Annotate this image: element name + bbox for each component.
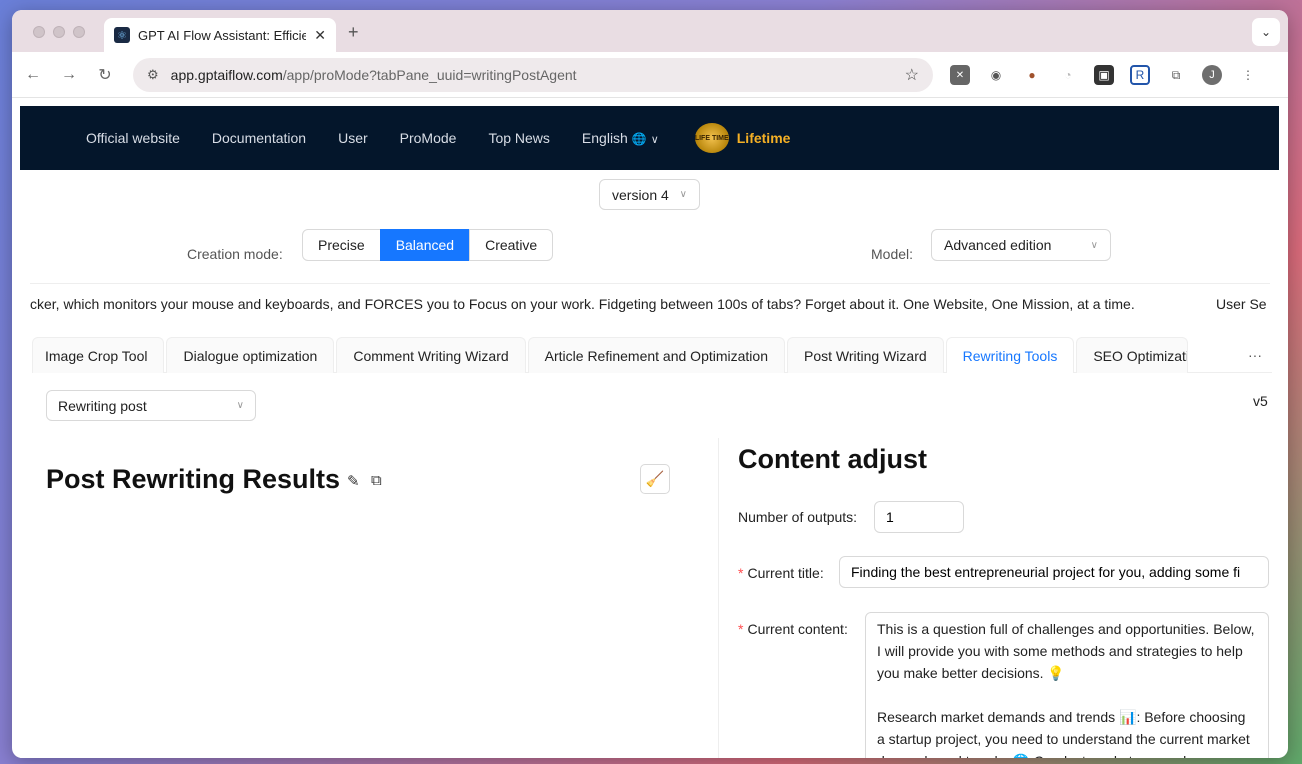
version-select[interactable]: version 4 ∨ bbox=[599, 179, 700, 210]
chevron-down-icon: ∨ bbox=[236, 400, 244, 411]
back-button[interactable]: ← bbox=[18, 66, 48, 84]
close-window-button[interactable] bbox=[33, 26, 45, 38]
app-navbar: Official website Documentation User ProM… bbox=[20, 106, 1279, 170]
more-tabs-button[interactable]: ··· bbox=[1238, 337, 1272, 372]
tab-dialogue-optimization[interactable]: Dialogue optimization bbox=[166, 337, 335, 373]
version-value: version 4 bbox=[612, 186, 669, 203]
camera-icon[interactable]: ◉ bbox=[986, 65, 1006, 85]
nav-top-news[interactable]: Top News bbox=[488, 130, 549, 146]
rewrite-type-select[interactable]: Rewriting post ∨ bbox=[46, 390, 256, 421]
announcement-ticker: cker, which monitors your mouse and keyb… bbox=[30, 296, 1135, 312]
copy-icon[interactable]: ⧉ bbox=[371, 472, 382, 489]
nav-promode[interactable]: ProMode bbox=[400, 130, 457, 146]
title-label: * Current title: bbox=[738, 565, 824, 581]
address-bar[interactable]: ⚙ app.gptaiflow.com/app/proMode?tabPane_… bbox=[133, 58, 933, 92]
tab-image-crop-tool[interactable]: Image Crop Tool bbox=[32, 337, 165, 373]
tab-title: GPT AI Flow Assistant: Efficie bbox=[138, 27, 307, 43]
rewrite-type-value: Rewriting post bbox=[58, 397, 147, 414]
mode-creative-button[interactable]: Creative bbox=[469, 229, 554, 261]
close-icon[interactable]: ✕ bbox=[314, 27, 326, 44]
results-title: Post Rewriting Results bbox=[46, 464, 341, 494]
chevron-down-icon[interactable]: ⌄ bbox=[1252, 18, 1280, 46]
nav-user[interactable]: User bbox=[338, 130, 368, 146]
tab-strip: ⚛ GPT AI Flow Assistant: Efficie ✕ + ⌄ bbox=[12, 10, 1288, 52]
model-select[interactable]: Advanced edition ∨ bbox=[931, 229, 1111, 261]
tab-comment-writing-wizard[interactable]: Comment Writing Wizard bbox=[336, 337, 526, 373]
puzzle-icon[interactable]: ⧉ bbox=[1166, 65, 1186, 85]
site-settings-icon[interactable]: ⚙ bbox=[147, 67, 159, 83]
edit-icon[interactable]: ✎ bbox=[347, 472, 360, 490]
outputs-input[interactable]: 1 bbox=[874, 501, 964, 533]
reader-extension-icon[interactable]: R bbox=[1130, 65, 1150, 85]
language-switcher[interactable]: English 🌐 ∨ bbox=[582, 130, 659, 146]
tab-article-refinement[interactable]: Article Refinement and Optimization bbox=[527, 337, 785, 373]
extension-bar: ✕ ◉ ● ◔ ▣ R ⧉ J ⋮ bbox=[950, 65, 1258, 85]
clear-results-button[interactable]: 🧹 bbox=[640, 464, 670, 494]
atom-icon: ⚛ bbox=[114, 27, 130, 43]
title-input[interactable]: Finding the best entrepreneurial project… bbox=[839, 556, 1269, 588]
lifetime-badge-icon: LIFE TIME bbox=[694, 123, 729, 153]
model-label: Model: bbox=[871, 246, 914, 262]
window-controls bbox=[33, 26, 85, 38]
panel-divider bbox=[718, 438, 719, 758]
chevron-down-icon: ∨ bbox=[650, 134, 659, 146]
mode-precise-button[interactable]: Precise bbox=[302, 229, 381, 261]
nav-documentation[interactable]: Documentation bbox=[212, 130, 306, 146]
avatar[interactable]: J bbox=[1202, 65, 1222, 85]
main-content: version 4 ∨ Creation mode: Precise Balan… bbox=[20, 170, 1279, 758]
tools-tabs: Image Crop Tool Dialogue optimization Co… bbox=[32, 337, 1272, 373]
ticker-next: User Se bbox=[1216, 296, 1267, 312]
browser-toolbar: ← → ↻ ⚙ app.gptaiflow.com/app/proMode?ta… bbox=[12, 52, 1288, 98]
ticker-divider bbox=[30, 283, 1270, 284]
globe-icon: 🌐 bbox=[631, 132, 647, 146]
creation-mode-segmented: Precise Balanced Creative bbox=[302, 229, 554, 261]
model-value: Advanced edition bbox=[944, 237, 1052, 253]
zoom-window-button[interactable] bbox=[73, 26, 85, 38]
content-label: * Current content: bbox=[738, 621, 848, 637]
url-path: /app/proMode?tabPane_uuid=writingPostAge… bbox=[282, 67, 577, 83]
content-adjust-title: Content adjust bbox=[738, 444, 927, 474]
reload-button[interactable]: ↻ bbox=[90, 65, 120, 85]
browser-window: ⚛ GPT AI Flow Assistant: Efficie ✕ + ⌄ ←… bbox=[12, 10, 1288, 758]
creation-mode-label: Creation mode: bbox=[187, 246, 283, 262]
kebab-menu-icon[interactable]: ⋮ bbox=[1238, 65, 1258, 85]
minimize-window-button[interactable] bbox=[53, 26, 65, 38]
version-tag: v5 bbox=[1253, 393, 1268, 409]
chevron-down-icon: ∨ bbox=[1090, 239, 1098, 251]
outputs-label: Number of outputs: bbox=[738, 509, 858, 525]
mode-balanced-button[interactable]: Balanced bbox=[379, 229, 471, 261]
chevron-down-icon: ∨ bbox=[679, 189, 687, 200]
tab-rewriting-tools[interactable]: Rewriting Tools bbox=[945, 337, 1075, 373]
x-extension-icon[interactable]: ✕ bbox=[950, 65, 970, 85]
star-icon[interactable]: ☆ bbox=[905, 65, 919, 85]
broom-icon: 🧹 bbox=[645, 471, 665, 488]
timer-icon[interactable]: ◔ bbox=[1058, 65, 1078, 85]
tab-post-writing-wizard[interactable]: Post Writing Wizard bbox=[786, 337, 944, 373]
language-label: English bbox=[581, 130, 628, 146]
cookie-icon[interactable]: ● bbox=[1022, 65, 1042, 85]
content-textarea[interactable]: This is a question full of challenges an… bbox=[865, 612, 1269, 758]
forward-button[interactable]: → bbox=[54, 66, 84, 84]
nav-official-website[interactable]: Official website bbox=[86, 130, 180, 146]
tab-seo-optimization[interactable]: SEO Optimizati bbox=[1076, 337, 1189, 373]
ghost-icon[interactable]: ▣ bbox=[1094, 65, 1114, 85]
browser-tab[interactable]: ⚛ GPT AI Flow Assistant: Efficie ✕ bbox=[104, 18, 336, 52]
new-tab-button[interactable]: + bbox=[348, 22, 359, 43]
url-host: app.gptaiflow.com bbox=[170, 67, 283, 83]
lifetime-link[interactable]: Lifetime bbox=[737, 130, 791, 146]
